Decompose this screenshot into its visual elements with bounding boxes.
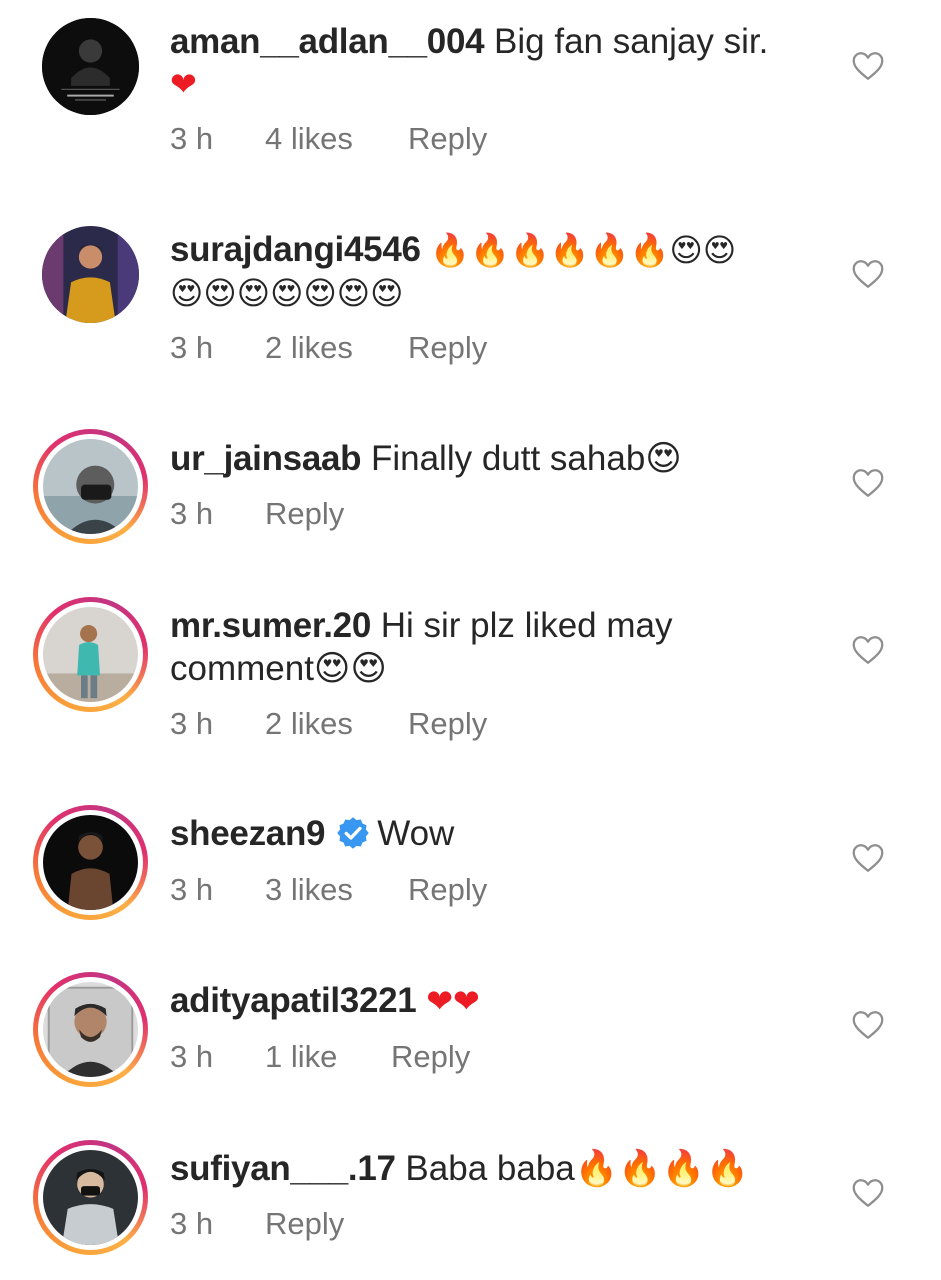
- heart-outline-icon[interactable]: [850, 632, 886, 668]
- avatar-image: [43, 1150, 138, 1245]
- comment-likes[interactable]: 3 likes: [265, 870, 408, 910]
- comment-meta: 3 h 1 like Reply: [170, 1037, 470, 1077]
- comment-text-line2: comment😍😍: [170, 647, 387, 691]
- avatar-image: [43, 815, 138, 910]
- comment-meta: 3 h 3 likes Reply: [170, 870, 487, 910]
- comment-body: 🔥🔥🔥🔥🔥🔥😍😍: [430, 231, 737, 269]
- comment-time: 3 h: [170, 121, 214, 156]
- avatar[interactable]: [33, 9, 148, 124]
- heart-outline-icon[interactable]: [850, 48, 886, 84]
- avatar-image: [42, 226, 139, 323]
- reply-button[interactable]: Reply: [265, 494, 344, 534]
- comment-body: ❤❤: [426, 982, 480, 1020]
- comment-body-line2: 😍😍😍😍😍😍😍: [170, 274, 404, 312]
- comment-text: adityapatil3221 ❤❤: [170, 979, 480, 1023]
- comment-username[interactable]: aman__adlan__004: [170, 22, 485, 61]
- comment-text: surajdangi4546 🔥🔥🔥🔥🔥🔥😍😍: [170, 228, 736, 272]
- avatar[interactable]: [33, 805, 148, 920]
- comment-time: 3 h: [170, 872, 214, 907]
- comment-username[interactable]: ur_jainsaab: [170, 439, 362, 478]
- avatar[interactable]: [33, 1140, 148, 1255]
- reply-button[interactable]: Reply: [391, 1037, 470, 1077]
- avatar-image: [43, 982, 138, 1077]
- heart-emoji: ❤: [170, 65, 197, 103]
- comment-time: 3 h: [170, 1039, 214, 1074]
- comment-text: sufiyan___.17 Baba baba🔥🔥🔥🔥: [170, 1147, 749, 1191]
- comment-text-line2: 😍😍😍😍😍😍😍: [170, 271, 404, 315]
- avatar-image: [42, 18, 139, 115]
- comment-body: Wow: [377, 814, 455, 853]
- comment-text: mr.sumer.20 Hi sir plz liked may: [170, 604, 672, 648]
- heart-outline-icon[interactable]: [850, 256, 886, 292]
- reply-button[interactable]: Reply: [408, 119, 487, 159]
- avatar[interactable]: [33, 429, 148, 544]
- reply-button[interactable]: Reply: [408, 704, 487, 744]
- comment-likes[interactable]: 1 like: [265, 1037, 391, 1077]
- heart-outline-icon[interactable]: [850, 465, 886, 501]
- comment-text: ur_jainsaab Finally dutt sahab😍: [170, 437, 682, 481]
- comment-time: 3 h: [170, 496, 214, 531]
- comment-meta: 3 h 2 likes Reply: [170, 704, 487, 744]
- comment-username[interactable]: sheezan9: [170, 814, 325, 853]
- avatar[interactable]: [33, 217, 148, 332]
- comment-likes[interactable]: 4 likes: [265, 119, 408, 159]
- comment-body-line2: comment😍😍: [170, 649, 387, 688]
- comment-meta: 3 h Reply: [170, 494, 344, 534]
- comment-username[interactable]: surajdangi4546: [170, 230, 421, 269]
- avatar[interactable]: [33, 972, 148, 1087]
- heart-outline-icon[interactable]: [850, 1007, 886, 1043]
- comment-body: Hi sir plz liked may: [380, 606, 673, 645]
- comment-meta: 3 h 2 likes Reply: [170, 328, 487, 368]
- comment-text: sheezan9 Wow: [170, 812, 454, 856]
- comment-username[interactable]: mr.sumer.20: [170, 606, 371, 645]
- comment-body: Finally dutt sahab😍: [370, 439, 682, 478]
- comment-likes[interactable]: 2 likes: [265, 704, 408, 744]
- reply-button[interactable]: Reply: [408, 870, 487, 910]
- comment-likes[interactable]: 2 likes: [265, 328, 408, 368]
- comment-username[interactable]: adityapatil3221: [170, 981, 417, 1020]
- reply-button[interactable]: Reply: [265, 1204, 344, 1244]
- avatar-image: [43, 439, 138, 534]
- comment-body: Big fan sanjay sir.: [494, 22, 769, 61]
- comment-body: Baba baba🔥🔥🔥🔥: [405, 1149, 750, 1188]
- comment-text: aman__adlan__004 Big fan sanjay sir.: [170, 20, 768, 64]
- comment-meta: 3 h 4 likes Reply: [170, 119, 487, 159]
- heart-outline-icon[interactable]: [850, 840, 886, 876]
- reply-button[interactable]: Reply: [408, 328, 487, 368]
- heart-outline-icon[interactable]: [850, 1175, 886, 1211]
- verified-badge-icon: [335, 815, 371, 851]
- avatar-image: [43, 607, 138, 702]
- comment-time: 3 h: [170, 1206, 214, 1241]
- comment-time: 3 h: [170, 330, 214, 365]
- avatar[interactable]: [33, 597, 148, 712]
- comment-time: 3 h: [170, 706, 214, 741]
- comment-username[interactable]: sufiyan___.17: [170, 1149, 396, 1188]
- comment-text-line2: ❤: [170, 62, 197, 106]
- comment-meta: 3 h Reply: [170, 1204, 344, 1244]
